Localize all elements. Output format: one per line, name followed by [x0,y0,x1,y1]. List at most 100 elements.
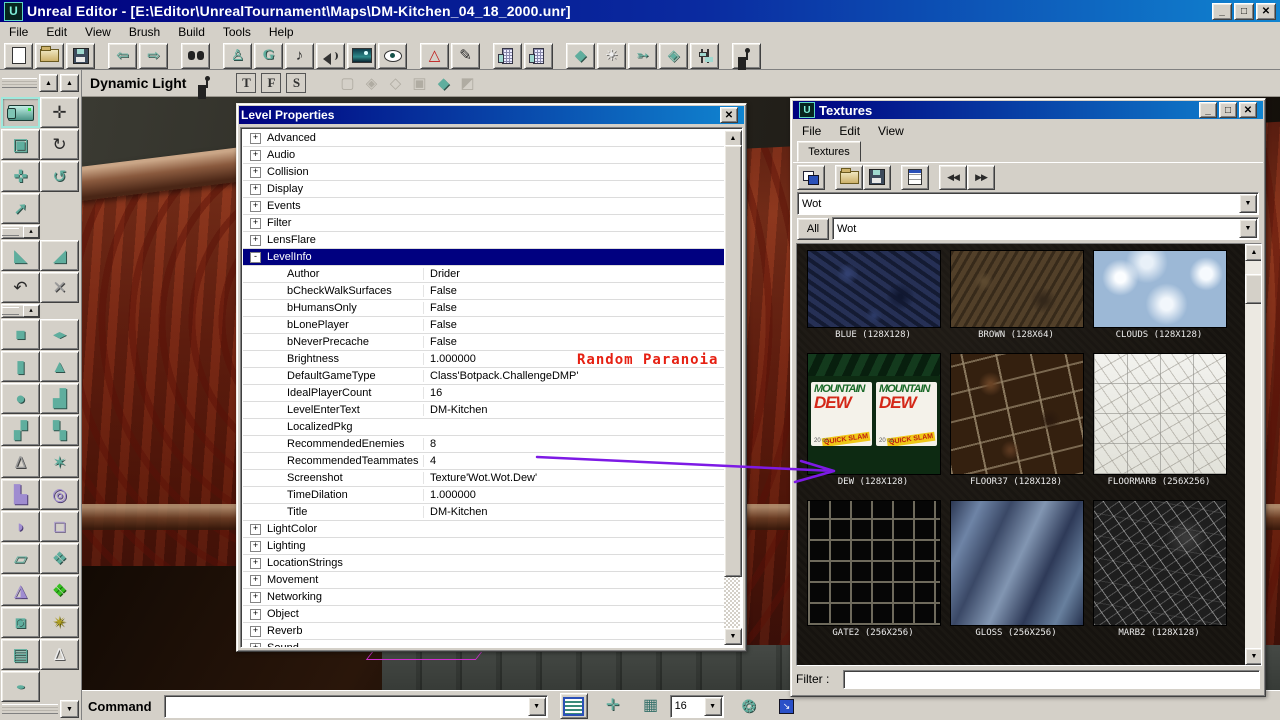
brush-clip-split-tool[interactable]: ◢ [40,240,79,271]
save-package-button[interactable] [863,165,891,190]
add-path-button[interactable]: ➳ [628,43,657,69]
filter-input[interactable] [843,670,1260,689]
tree-group-row[interactable]: + Audio [243,147,724,164]
dropdown-icon[interactable]: ▼ [1239,219,1257,238]
viewmode-flat-icon[interactable]: ◩ [455,72,479,94]
dropdown-icon[interactable]: ▼ [1239,194,1257,213]
property-row[interactable]: bHumansOnly False [243,300,724,317]
palette-grip[interactable] [2,78,37,88]
command-input[interactable]: ▼ [164,695,548,718]
palette-grip-bottom[interactable] [2,704,58,714]
render-mode-button[interactable]: T [236,73,256,93]
surface-properties-button[interactable] [690,43,719,69]
viewmode-wireframe-icon[interactable]: ▢ [335,72,359,94]
brush-dodecahedron-tool[interactable]: ❖ [40,575,79,606]
menu-item[interactable]: View [76,23,120,41]
delete-polygon-tool[interactable]: ✕ [40,272,79,303]
freehand-polygon-tool[interactable]: ↶ [1,272,40,303]
brush-volume-tool[interactable]: ◮ [1,575,40,606]
tree-group-row[interactable]: + Events [243,198,724,215]
property-row[interactable]: bLonePlayer False [243,317,724,334]
texture-tile-floormarb[interactable]: MOUNTAINDEWQUICK SLAM20 oz. MOUNTAINDEWQ… [1093,353,1225,487]
property-row[interactable]: Author Drider [243,266,724,283]
add-light-button[interactable]: ☀ [597,43,626,69]
property-row[interactable]: RecommendedTeammates 4 [243,453,724,470]
next-group-button[interactable]: ▶▶ [967,165,995,190]
expand-icon[interactable]: + [250,541,261,552]
tree-group-row[interactable]: + LensFlare [243,232,724,249]
all-groups-button[interactable]: All [797,218,829,240]
texture-browser-canvas[interactable]: MOUNTAINDEWQUICK SLAM20 oz. MOUNTAINDEWQ… [796,243,1262,666]
2d-shape-editor-button[interactable]: ✎ [451,43,480,69]
snap-vertex-button[interactable]: ↘ [774,694,800,718]
music-browser-button[interactable]: ♪ [285,43,314,69]
scrollbar-thumb[interactable] [724,145,742,577]
texture-tile-gloss[interactable]: MOUNTAINDEWQUICK SLAM20 oz. MOUNTAINDEWQ… [950,500,1082,638]
add-mover-button[interactable]: ◈ [659,43,688,69]
brush-curved-stairs-tool[interactable]: ▞ [1,415,40,446]
property-row[interactable]: TimeDilation 1.000000 [243,487,724,504]
palette-collapse-button[interactable]: ▲ [39,74,58,92]
group-browser-button[interactable]: G [254,43,283,69]
viewmode-textured-icon[interactable]: ◆ [431,72,455,94]
expand-icon[interactable]: + [250,626,261,637]
undo-button[interactable]: ⇦ [108,43,137,69]
actor-align-button[interactable]: ✛ [600,694,626,718]
joystick-icon[interactable] [200,76,214,91]
tree-group-row[interactable]: + LocationStrings [243,555,724,572]
expand-icon[interactable]: + [250,643,261,649]
brush-cube-tool[interactable]: ■ [1,319,40,350]
translate-tool[interactable]: ✜ [1,161,40,192]
mesh-browser-button[interactable] [378,43,407,69]
command-dropdown-icon[interactable]: ▼ [528,697,546,716]
property-row[interactable]: bNeverPrecache False [243,334,724,351]
brush-sphere-tool[interactable]: ● [1,383,40,414]
tree-group-row[interactable]: + Networking [243,589,724,606]
tree-group-row[interactable]: + Display [243,181,724,198]
brush-spiral-stairs-tool[interactable]: ▚ [40,415,79,446]
close-button[interactable]: ✕ [1256,3,1276,20]
texture-browser-button[interactable] [347,43,376,69]
expand-icon[interactable]: + [250,201,261,212]
new-map-button[interactable] [4,43,33,69]
scale-brush-tool[interactable]: ▣ [1,129,40,160]
palette-scroll-down-button[interactable]: ▼ [60,700,79,718]
maximize-button[interactable]: □ [1234,3,1254,20]
brush-terrain-tool[interactable]: ∆ [1,447,40,478]
texture-tile-brown[interactable]: MOUNTAINDEWQUICK SLAM20 oz. MOUNTAINDEWQ… [950,250,1082,340]
texture-tile-marb2[interactable]: MOUNTAINDEWQUICK SLAM20 oz. MOUNTAINDEWQ… [1093,500,1225,638]
menu-item[interactable]: Build [169,23,214,41]
dock-browser-button[interactable] [797,165,825,190]
texture-tile-dew[interactable]: MOUNTAINDEWQUICK SLAM20 oz. MOUNTAINDEWQ… [807,353,939,487]
expand-icon[interactable]: + [250,133,261,144]
tree-group-row[interactable]: + Object [243,606,724,623]
redo-button[interactable]: ⇨ [139,43,168,69]
tree-group-row[interactable]: + LightColor [243,521,724,538]
rotation-grid-button[interactable]: ❂ [736,694,762,718]
build-geometry-button[interactable] [493,43,522,69]
property-row[interactable]: LevelEnterText DM-Kitchen [243,402,724,419]
open-map-button[interactable] [35,43,64,69]
scroll-down-icon[interactable]: ▼ [724,628,742,645]
minimize-button[interactable]: _ [1212,3,1232,20]
brush-mountain-tool[interactable]: ∆ [40,639,79,670]
brush-loft-tool[interactable]: ▙ [1,479,40,510]
properties-scrollbar[interactable]: ▲ ▼ [724,130,740,645]
close-button[interactable]: ✕ [1239,102,1257,118]
tree-group-row[interactable]: + Reverb [243,623,724,640]
property-row[interactable]: Screenshot Texture'Wot.Wot.Dew' [243,470,724,487]
texture-tile-floor37[interactable]: MOUNTAINDEWQUICK SLAM20 oz. MOUNTAINDEWQ… [950,353,1082,487]
tree-group-row[interactable]: + Movement [243,572,724,589]
brush-tube-tool[interactable]: ◗ [1,511,40,542]
axis-rotate-tool[interactable]: ↺ [40,161,79,192]
tree-group-row[interactable]: + Collision [243,164,724,181]
expand-icon[interactable]: + [250,524,261,535]
viewmode-solid-icon[interactable]: ▣ [407,72,431,94]
texture-scrollbar[interactable]: ▲ ▼ [1245,244,1261,665]
rotate-tool[interactable]: ↻ [40,129,79,160]
brush-cylinder-stack-tool[interactable]: ▤ [1,639,40,670]
tree-group-row[interactable]: + Sound [243,640,724,648]
minimize-button[interactable]: _ [1199,102,1217,118]
menu-item[interactable]: Edit [37,23,76,41]
property-row[interactable]: DefaultGameType Class'Botpack.ChallengeD… [243,368,724,385]
